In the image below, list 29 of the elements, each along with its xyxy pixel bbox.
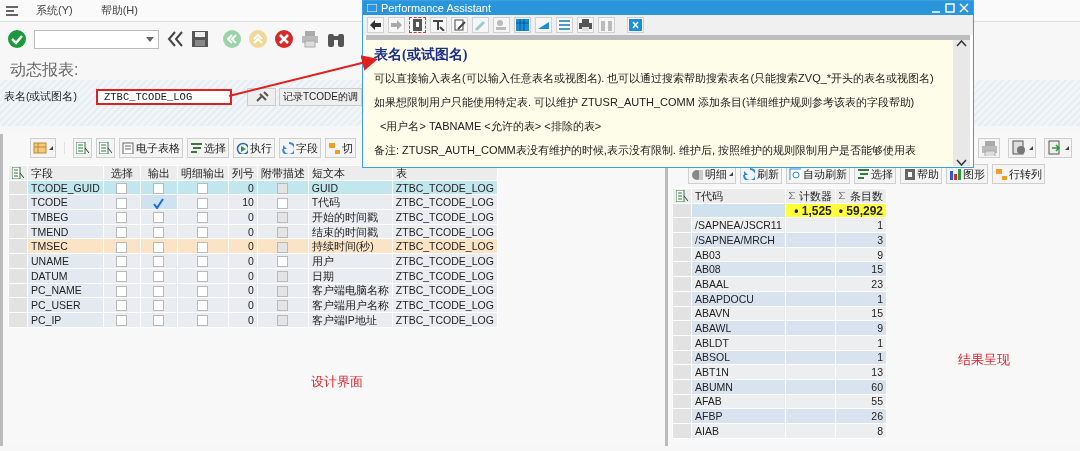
caption: 设计界面	[310, 372, 363, 391]
column-header: 输出	[140, 165, 178, 181]
column-header: 明细输出	[177, 165, 229, 181]
caption: 结果呈现	[957, 351, 1010, 369]
column-header: 附带描述	[257, 165, 309, 181]
toolbar-button[interactable]: 字段	[279, 138, 321, 158]
window-title: Performance Assistant	[381, 3, 493, 13]
toolbar-button[interactable]: 电子表格	[119, 138, 183, 158]
page-title: 动态报表:	[10, 61, 79, 78]
column-header: 计数器	[798, 189, 832, 202]
help-text: 如果想限制用户只能使用特定表. 可以维护 ZTUSR_AUTH_COMM 添加条目(详细维护规则参考该表的字段帮助)	[374, 95, 916, 109]
toolbar-button[interactable]: 选择	[187, 138, 229, 158]
column-header: 列号	[228, 165, 258, 181]
menu-item[interactable]: 系统(Y)	[26, 2, 83, 19]
toolbar-button[interactable]: 执行	[233, 138, 275, 158]
field-label: 表名(或试图名)	[4, 89, 78, 105]
toolbar-button[interactable]: 行转列	[992, 164, 1045, 184]
column-header: 条目数	[850, 189, 883, 202]
column-header: 字段	[27, 165, 104, 181]
menu-item[interactable]: 帮助(H)	[90, 2, 148, 19]
field-description: 记录TCODE的调	[279, 88, 362, 106]
help-heading: 表名(或试图名)	[374, 46, 469, 64]
help-text: <用户名> TABNAME <允许的表> <排除的表>	[379, 119, 603, 133]
help-text: 可以直接输入表名(可以输入任意表名或视图名). 也可以通过搜索帮助搜索表名(只能搜索ZVQ_*开头的表名或视图名)	[374, 71, 935, 85]
help-text: 备注: ZTUSR_AUTH_COMM表没有维护的时候,表示没有限制. 维护后, 按照维护的规则限制用户是否能够使用表	[374, 143, 918, 157]
column-header: 选择	[103, 165, 141, 181]
toolbar-button[interactable]: 切	[325, 138, 356, 158]
table-name-field[interactable]: ZTBC_TCODE_LOG	[96, 89, 232, 105]
column-header: T代码	[695, 189, 724, 202]
